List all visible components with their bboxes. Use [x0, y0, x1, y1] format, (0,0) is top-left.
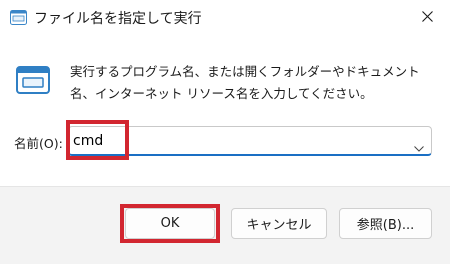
chevron-down-icon[interactable] [414, 137, 424, 156]
name-input[interactable] [73, 131, 403, 151]
ok-button[interactable]: OK [125, 208, 215, 239]
close-icon [422, 11, 433, 22]
run-program-icon [16, 66, 50, 94]
run-dialog-icon [10, 10, 27, 25]
title-bar: ファイル名を指定して実行 [0, 0, 450, 36]
name-combobox[interactable] [68, 126, 432, 156]
window-title: ファイル名を指定して実行 [34, 11, 202, 27]
browse-button[interactable]: 参照(B)... [339, 208, 432, 239]
run-dialog: ファイル名を指定して実行 実行するプログラム名、または開くフォルダーやドキュメン… [0, 0, 450, 264]
close-button[interactable] [404, 0, 450, 34]
name-label: 名前(O): [14, 136, 63, 151]
cancel-button[interactable]: キャンセル [231, 208, 327, 239]
text-cursor [127, 132, 128, 149]
description-text: 実行するプログラム名、または開くフォルダーやドキュメント名、インターネット リソ… [70, 64, 420, 101]
